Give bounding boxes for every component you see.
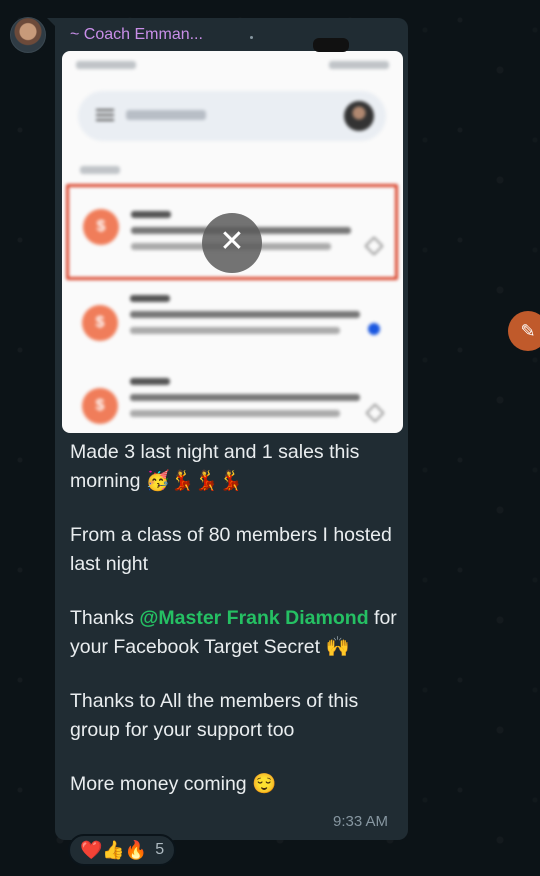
sender-separator-dot <box>250 36 253 39</box>
message-text: Made 3 last night and 1 sales this morni… <box>70 438 400 824</box>
message-paragraph: Thanks @Master Frank Diamond for your Fa… <box>70 604 400 662</box>
paint-brush-icon[interactable]: ✎ <box>508 311 540 351</box>
dollar-icon: $ <box>82 305 118 341</box>
message-paragraph: More money coming 😌 <box>70 773 277 795</box>
message-paragraph: From a class of 80 members I hosted last… <box>70 524 392 575</box>
message-paragraph: Thanks to All the members of this group … <box>70 690 359 741</box>
dollar-icon: $ <box>82 388 118 424</box>
image-overlay-pill <box>313 38 349 52</box>
phone-status-bar <box>76 61 389 73</box>
menu-icon <box>96 109 114 121</box>
email-row: $ <box>68 283 396 367</box>
reaction-count: 5 <box>155 841 165 858</box>
sender-name[interactable]: ~ Coach Emman... <box>70 26 203 44</box>
star-icon <box>364 236 384 256</box>
unread-dot-icon <box>368 323 380 335</box>
reactions-pill[interactable]: ❤️👍🔥 5 <box>68 834 177 866</box>
star-icon <box>365 403 385 423</box>
close-icon[interactable]: ✕ <box>202 213 262 273</box>
account-avatar <box>344 101 374 131</box>
message-timestamp: 9:33 AM <box>333 813 389 830</box>
reaction-emojis: ❤️👍🔥 <box>80 839 148 860</box>
sender-avatar[interactable] <box>10 17 46 53</box>
user-mention[interactable]: @Master Frank Diamond <box>139 607 368 629</box>
message-paragraph: Made 3 last night and 1 sales this morni… <box>70 441 360 492</box>
email-row: $ <box>68 366 396 433</box>
dollar-icon: $ <box>83 209 119 245</box>
message-text-segment: Thanks <box>70 607 140 629</box>
gmail-search-bar <box>78 91 386 141</box>
